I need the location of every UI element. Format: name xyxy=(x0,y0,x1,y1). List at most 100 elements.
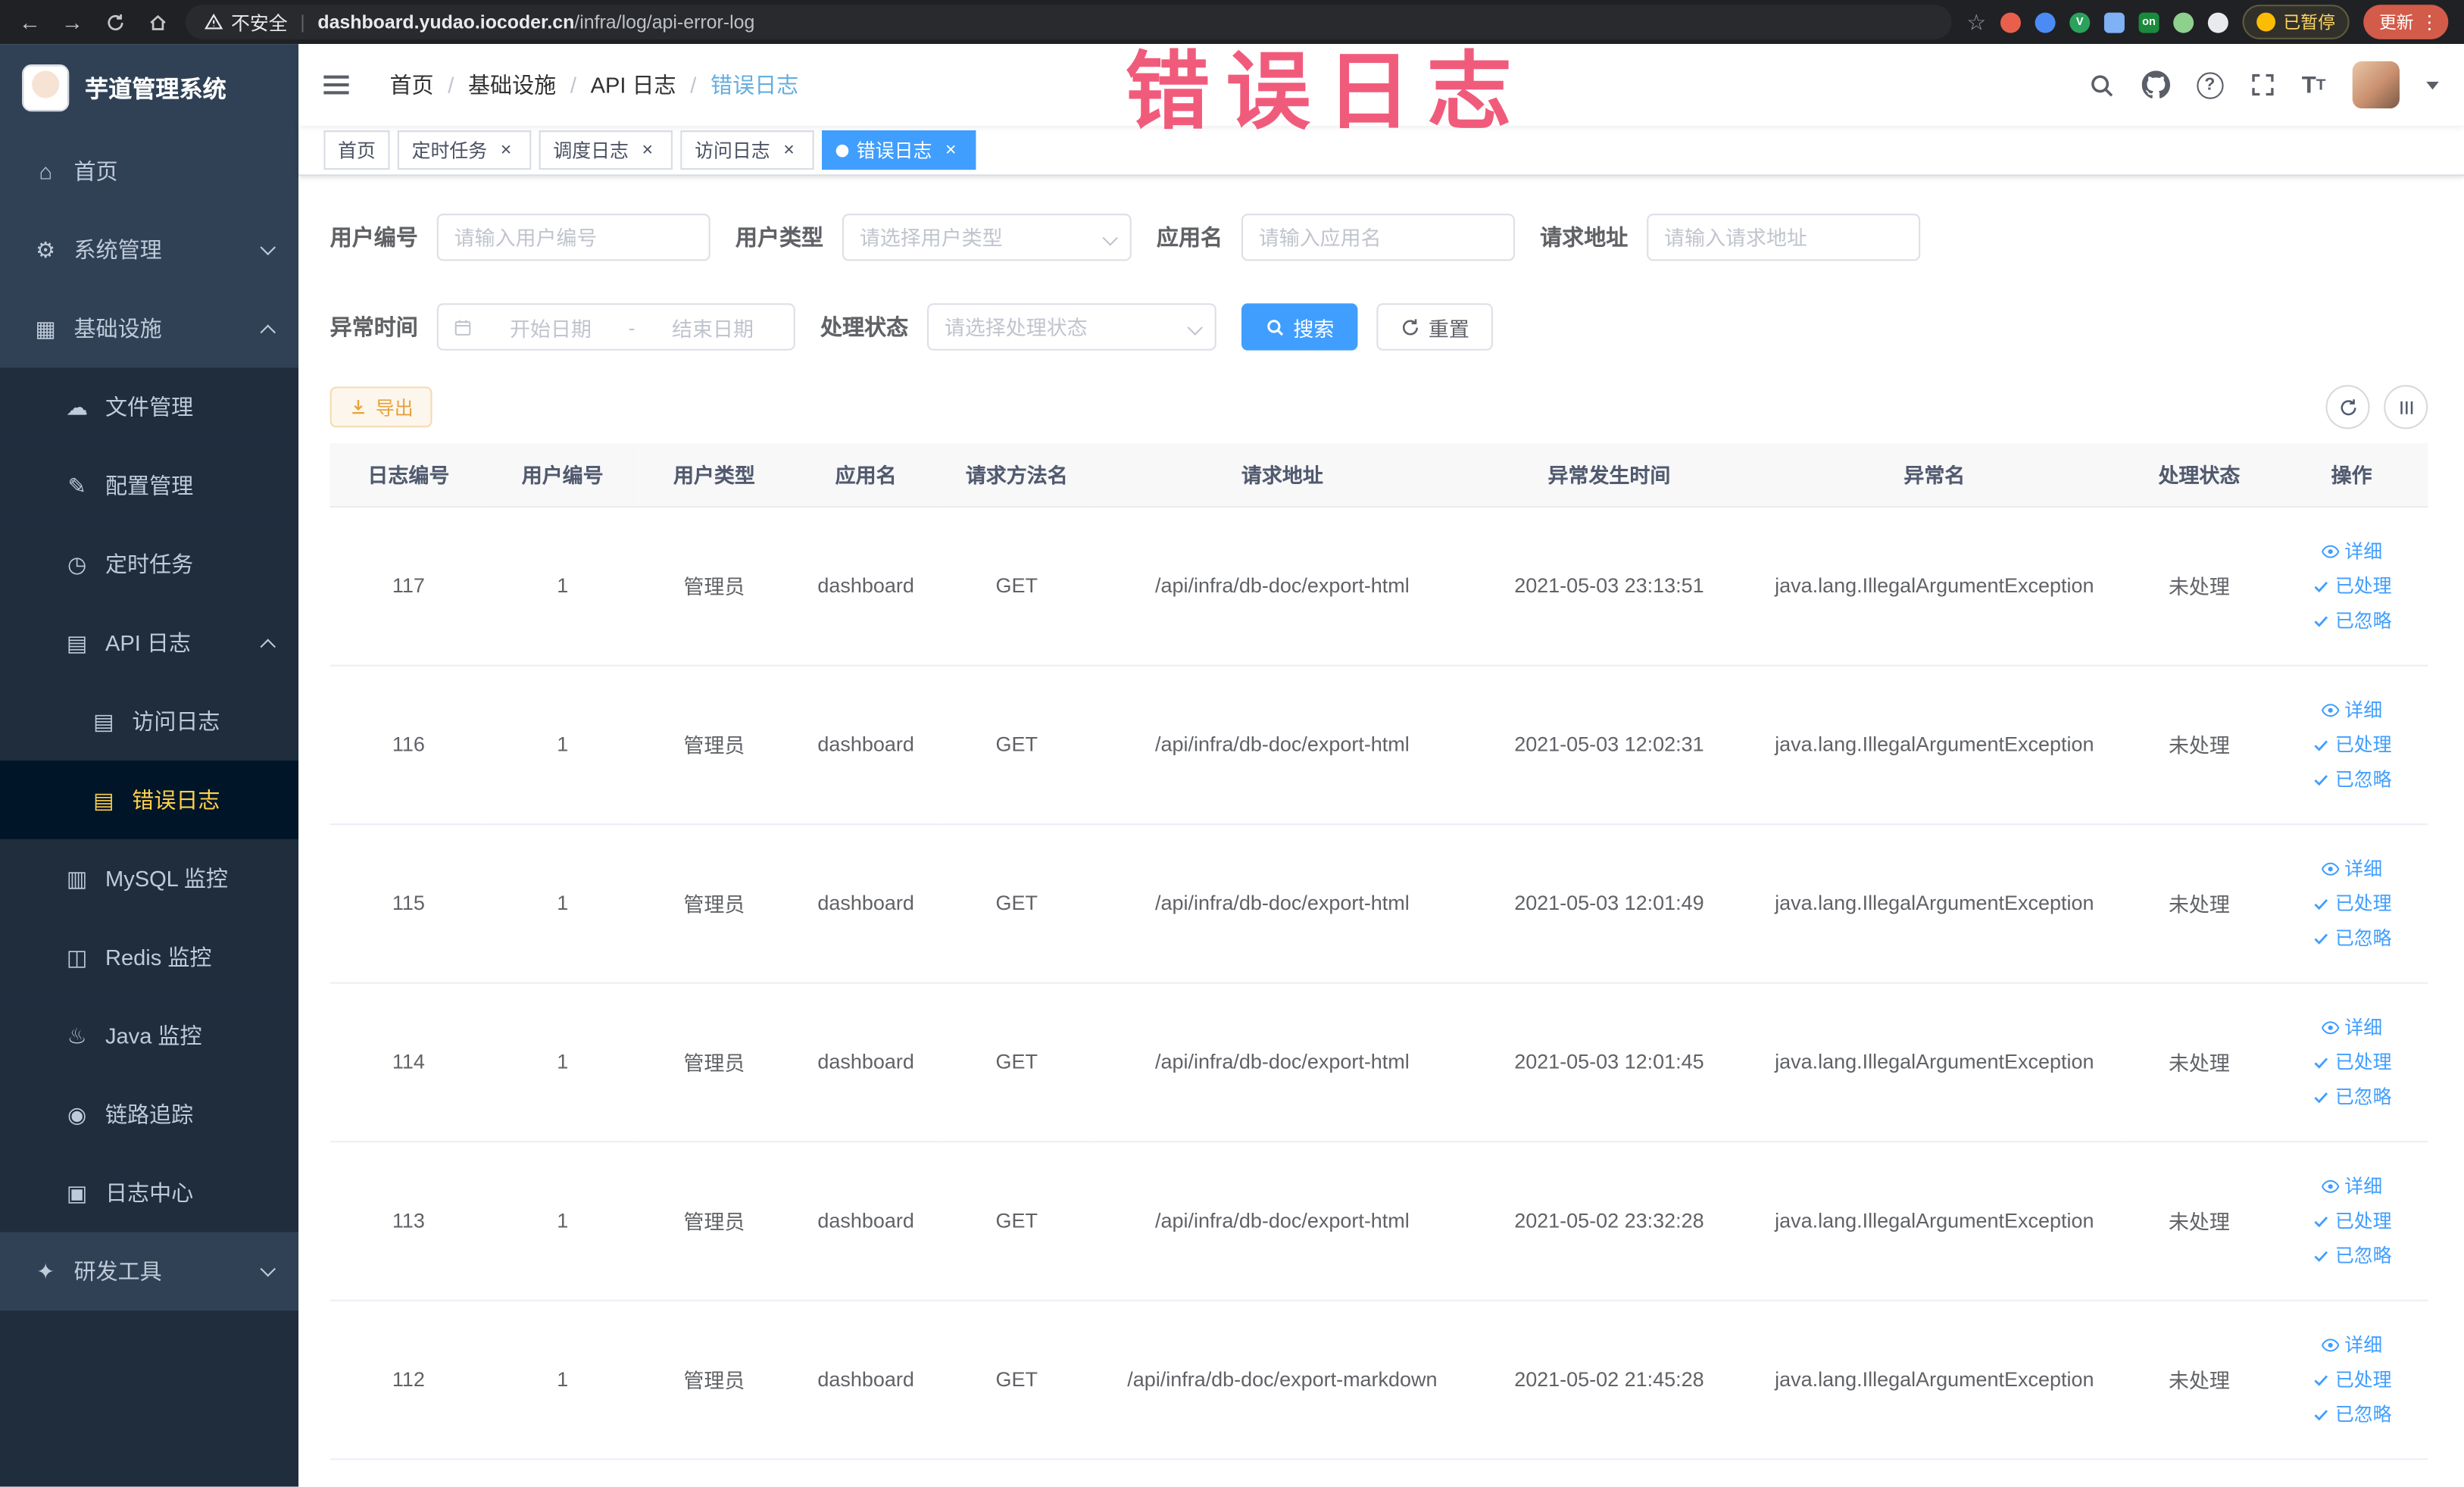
close-icon[interactable]: × xyxy=(495,139,517,161)
ignore-link[interactable]: 已忽略 xyxy=(2312,924,2392,951)
sidebar-item-dev-tools[interactable]: ✦ 研发工具 xyxy=(0,1232,299,1311)
app-name-input[interactable] xyxy=(1241,214,1515,261)
column-header: 用户类型 xyxy=(638,443,791,508)
user-id-input[interactable] xyxy=(436,214,710,261)
forward-icon[interactable]: → xyxy=(58,11,86,33)
detail-link[interactable]: 详细 xyxy=(2321,1173,2382,1199)
sidebar-item-log-center[interactable]: ▣ 日志中心 xyxy=(0,1153,299,1232)
browser-toolbar: ← → 不安全 | dashboard.yudao.iocoder.cn/inf… xyxy=(0,0,2464,45)
extension-icon[interactable] xyxy=(2000,11,2021,33)
bookmark-star-icon[interactable]: ☆ xyxy=(1966,8,1986,35)
row-actions: 详细 已处理 已忽略 xyxy=(2281,538,2422,634)
user-type-select-input[interactable] xyxy=(842,214,1132,261)
sidebar-item-error-logs[interactable]: ▤ 错误日志 xyxy=(0,761,299,839)
close-icon[interactable]: × xyxy=(636,139,658,161)
sidebar-item-scheduled-jobs[interactable]: ◷ 定时任务 xyxy=(0,524,299,604)
app-logo[interactable]: 芋道管理系统 xyxy=(0,44,298,132)
sidebar-item-home[interactable]: ⌂ 首页 xyxy=(0,132,299,211)
user-type-select[interactable] xyxy=(842,214,1132,261)
security-indicator[interactable]: 不安全 xyxy=(204,8,288,35)
close-icon[interactable]: × xyxy=(778,139,800,161)
chrome-update-button[interactable]: 更新 ⋮ xyxy=(2363,5,2449,39)
tab-scheduled-jobs[interactable]: 定时任务 × xyxy=(397,130,532,170)
refresh-button[interactable] xyxy=(2325,385,2370,430)
detail-link[interactable]: 详细 xyxy=(2321,1331,2382,1357)
table-row: 112 1 管理员 dashboard GET/api/infra/db-doc/exp… xyxy=(329,1299,2428,1460)
sidebar-item-trace[interactable]: ◉ 链路追踪 xyxy=(0,1075,299,1154)
back-icon[interactable]: ← xyxy=(16,11,44,33)
tab-schedule-logs[interactable]: 调度日志 × xyxy=(539,130,673,170)
eye-icon xyxy=(2321,1335,2340,1354)
process-status-select[interactable] xyxy=(927,303,1216,351)
close-icon[interactable]: × xyxy=(940,139,962,161)
sidebar-item-api-logs[interactable]: ▤ API 日志 xyxy=(0,603,299,683)
cell-user-id: 1 xyxy=(487,1299,639,1460)
search-icon[interactable] xyxy=(2088,71,2115,98)
file-icon: ☁ xyxy=(66,393,89,419)
extension-icon[interactable]: on xyxy=(2138,11,2160,33)
sidebar-item-file-management[interactable]: ☁ 文件管理 xyxy=(0,367,299,447)
breadcrumb-item[interactable]: 基础设施 xyxy=(468,69,556,100)
font-size-icon[interactable]: TT xyxy=(2302,71,2326,98)
detail-link[interactable]: 详细 xyxy=(2321,696,2382,723)
processed-link[interactable]: 已处理 xyxy=(2312,731,2392,758)
processed-link[interactable]: 已处理 xyxy=(2312,1366,2392,1392)
reset-button[interactable]: 重置 xyxy=(1376,303,1493,351)
tab-error-logs[interactable]: 错误日志 × xyxy=(822,130,976,170)
detail-link[interactable]: 详细 xyxy=(2321,538,2382,564)
extension-icon[interactable]: V xyxy=(2069,11,2091,33)
ignore-link[interactable]: 已忽略 xyxy=(2312,1242,2392,1268)
sidebar-item-infrastructure[interactable]: ▦ 基础设施 xyxy=(0,289,299,368)
extensions-paused-chip[interactable]: 已暂停 xyxy=(2242,5,2350,39)
cell-user-type: 管理员 xyxy=(638,664,791,825)
sidebar-item-config-management[interactable]: ✎ 配置管理 xyxy=(0,446,299,525)
sidebar-item-mysql-monitor[interactable]: ▥ MySQL 监控 xyxy=(0,839,299,918)
breadcrumb-item[interactable]: 首页 xyxy=(390,69,434,100)
cell-user-type: 管理员 xyxy=(638,1299,791,1460)
sidebar-item-java-monitor[interactable]: ♨ Java 监控 xyxy=(0,996,299,1076)
detail-link[interactable]: 详细 xyxy=(2321,1014,2382,1040)
extension-icon[interactable] xyxy=(2035,11,2056,33)
sidebar-item-access-logs[interactable]: ▤ 访问日志 xyxy=(0,682,299,761)
process-status-select-input[interactable] xyxy=(927,303,1216,351)
ignore-link[interactable]: 已忽略 xyxy=(2312,765,2392,792)
export-button[interactable]: 导出 xyxy=(329,386,433,428)
extension-icon[interactable] xyxy=(2207,11,2228,33)
chevron-up-icon xyxy=(260,323,276,340)
breadcrumb-item[interactable]: API 日志 xyxy=(591,69,676,100)
chevron-down-icon[interactable] xyxy=(2426,80,2439,89)
tab-access-logs[interactable]: 访问日志 × xyxy=(680,130,814,170)
column-settings-button[interactable] xyxy=(2384,385,2428,430)
detail-link[interactable]: 详细 xyxy=(2321,855,2382,882)
url-text[interactable]: dashboard.yudao.iocoder.cn/infra/log/api… xyxy=(317,11,754,33)
search-button[interactable]: 搜索 xyxy=(1241,303,1358,351)
check-icon xyxy=(2312,893,2331,912)
ignore-link[interactable]: 已忽略 xyxy=(2312,607,2392,633)
avatar[interactable] xyxy=(2352,61,2400,109)
ignore-link[interactable]: 已忽略 xyxy=(2312,1400,2392,1426)
sidebar-item-system-management[interactable]: ⚙ 系统管理 xyxy=(0,210,299,289)
processed-link[interactable]: 已处理 xyxy=(2312,1207,2392,1233)
github-icon[interactable] xyxy=(2141,70,2170,98)
processed-link[interactable]: 已处理 xyxy=(2312,889,2392,916)
sidebar-item-redis-monitor[interactable]: ◫ Redis 监控 xyxy=(0,917,299,997)
request-url-input[interactable] xyxy=(1647,214,1921,261)
calendar-icon xyxy=(452,317,473,337)
cell-time: 2021-05-02 23:32:28 xyxy=(1472,1141,1746,1301)
extension-icon[interactable] xyxy=(2173,11,2194,33)
processed-link[interactable]: 已处理 xyxy=(2312,1048,2392,1075)
tab-home[interactable]: 首页 xyxy=(323,130,390,170)
home-icon[interactable] xyxy=(143,12,171,33)
date-range-picker[interactable]: 开始日期 - 结束日期 xyxy=(436,303,795,351)
help-icon[interactable]: ? xyxy=(2196,71,2224,98)
address-bar[interactable]: 不安全 | dashboard.yudao.iocoder.cn/infra/l… xyxy=(185,5,1953,39)
reload-icon[interactable] xyxy=(101,12,129,33)
cell-actions: 详细 已处理 已忽略 xyxy=(2275,1299,2428,1460)
fullscreen-icon[interactable] xyxy=(2250,72,2275,97)
trace-icon: ◉ xyxy=(67,1101,87,1126)
check-icon xyxy=(2312,1211,2331,1229)
extension-icon[interactable] xyxy=(2103,11,2125,33)
processed-link[interactable]: 已处理 xyxy=(2312,572,2392,598)
ignore-link[interactable]: 已忽略 xyxy=(2312,1082,2392,1109)
hamburger-icon[interactable] xyxy=(298,75,374,95)
